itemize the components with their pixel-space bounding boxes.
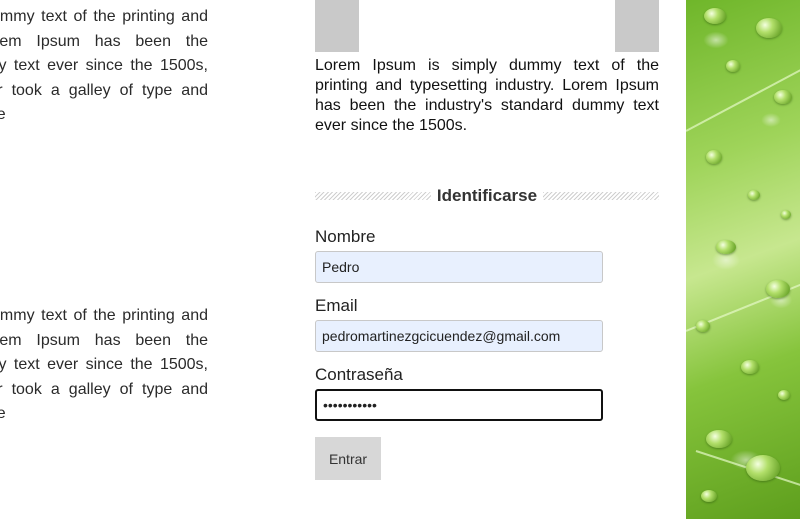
water-drop: [696, 320, 710, 332]
nombre-field[interactable]: [315, 251, 603, 283]
login-title: Identificarse: [436, 186, 538, 205]
password-field[interactable]: [315, 389, 603, 421]
header-image: [315, 0, 659, 52]
heading-stripe-right: [543, 192, 659, 200]
water-drop: [741, 360, 759, 374]
water-drop: [706, 430, 732, 448]
heading-stripe-left: [315, 192, 431, 200]
water-drop: [748, 190, 760, 200]
email-field[interactable]: [315, 320, 603, 352]
left-column: Lorem Ipsum is simply dummy text of the …: [0, 0, 230, 519]
left-paragraph-top: Lorem Ipsum is simply dummy text of the …: [0, 8, 208, 123]
water-drop: [756, 18, 782, 38]
nombre-label: Nombre: [315, 227, 376, 246]
login-heading: Identificarse: [315, 185, 659, 207]
water-drop: [781, 210, 791, 219]
water-drop: [746, 455, 780, 481]
water-drop: [766, 280, 790, 298]
water-drop: [706, 150, 722, 164]
leaf-background-image: [686, 0, 800, 519]
email-label: Email: [315, 296, 358, 315]
water-drop: [701, 490, 717, 502]
main-column: Lorem Ipsum is simply dummy text of the …: [315, 0, 660, 480]
water-drop: [704, 8, 726, 24]
password-label: Contraseña: [315, 365, 403, 384]
water-drop: [778, 390, 790, 400]
water-drop: [726, 60, 740, 72]
intro-paragraph: Lorem Ipsum is simply dummy text of the …: [315, 57, 659, 134]
left-paragraph-bottom: Lorem Ipsum is simply dummy text of the …: [0, 307, 208, 422]
water-drop: [774, 90, 792, 104]
water-drop: [716, 240, 736, 254]
entrar-button[interactable]: Entrar: [315, 437, 381, 480]
header-arch-shape: [359, 0, 615, 52]
